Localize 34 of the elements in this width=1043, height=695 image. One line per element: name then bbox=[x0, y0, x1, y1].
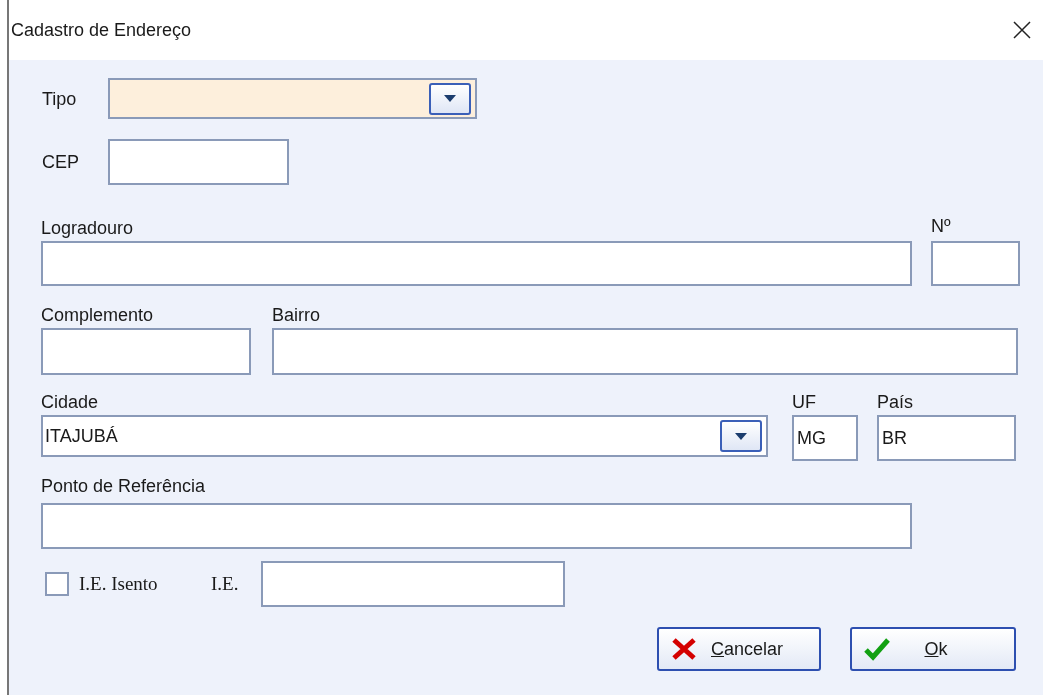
input-field[interactable] bbox=[41, 328, 251, 375]
combo-box[interactable] bbox=[108, 78, 477, 119]
input-field[interactable] bbox=[272, 328, 1018, 375]
field-label: Logradouro bbox=[41, 217, 135, 240]
input-field[interactable]: MG bbox=[792, 415, 858, 461]
combo-box[interactable]: ITAJUBÁ bbox=[41, 415, 768, 457]
dropdown-button[interactable] bbox=[429, 82, 471, 115]
input-field[interactable] bbox=[41, 503, 912, 549]
field-label: Nº bbox=[931, 215, 952, 238]
caret-icon bbox=[735, 432, 747, 440]
field-label: Ponto de Referência bbox=[41, 475, 207, 498]
input-field[interactable] bbox=[41, 241, 912, 286]
ok-button[interactable]: Ok bbox=[850, 627, 1016, 671]
input-field[interactable] bbox=[108, 139, 289, 185]
field-label: Bairro bbox=[272, 304, 321, 327]
field-label: Cidade bbox=[41, 391, 100, 414]
field-label: País bbox=[877, 391, 915, 414]
field-label: Tipo bbox=[42, 87, 78, 111]
checkbox[interactable] bbox=[45, 572, 69, 596]
caret-icon bbox=[444, 95, 456, 102]
check-icon bbox=[864, 637, 890, 661]
input-field[interactable] bbox=[931, 241, 1020, 286]
input-field[interactable]: BR bbox=[877, 415, 1016, 461]
window-title: Cadastro de Endereço bbox=[11, 18, 192, 42]
field-label: I.E. Isento bbox=[79, 572, 159, 596]
dropdown-button[interactable] bbox=[720, 420, 762, 452]
field-label: I.E. bbox=[211, 572, 240, 596]
field-label: Complemento bbox=[41, 304, 155, 327]
close-icon bbox=[671, 638, 697, 660]
field-label: CEP bbox=[42, 151, 80, 174]
field-label: UF bbox=[792, 391, 817, 414]
close-icon[interactable] bbox=[1013, 21, 1031, 39]
input-field[interactable] bbox=[261, 561, 565, 607]
cancel-button[interactable]: Cancelar bbox=[657, 627, 821, 671]
